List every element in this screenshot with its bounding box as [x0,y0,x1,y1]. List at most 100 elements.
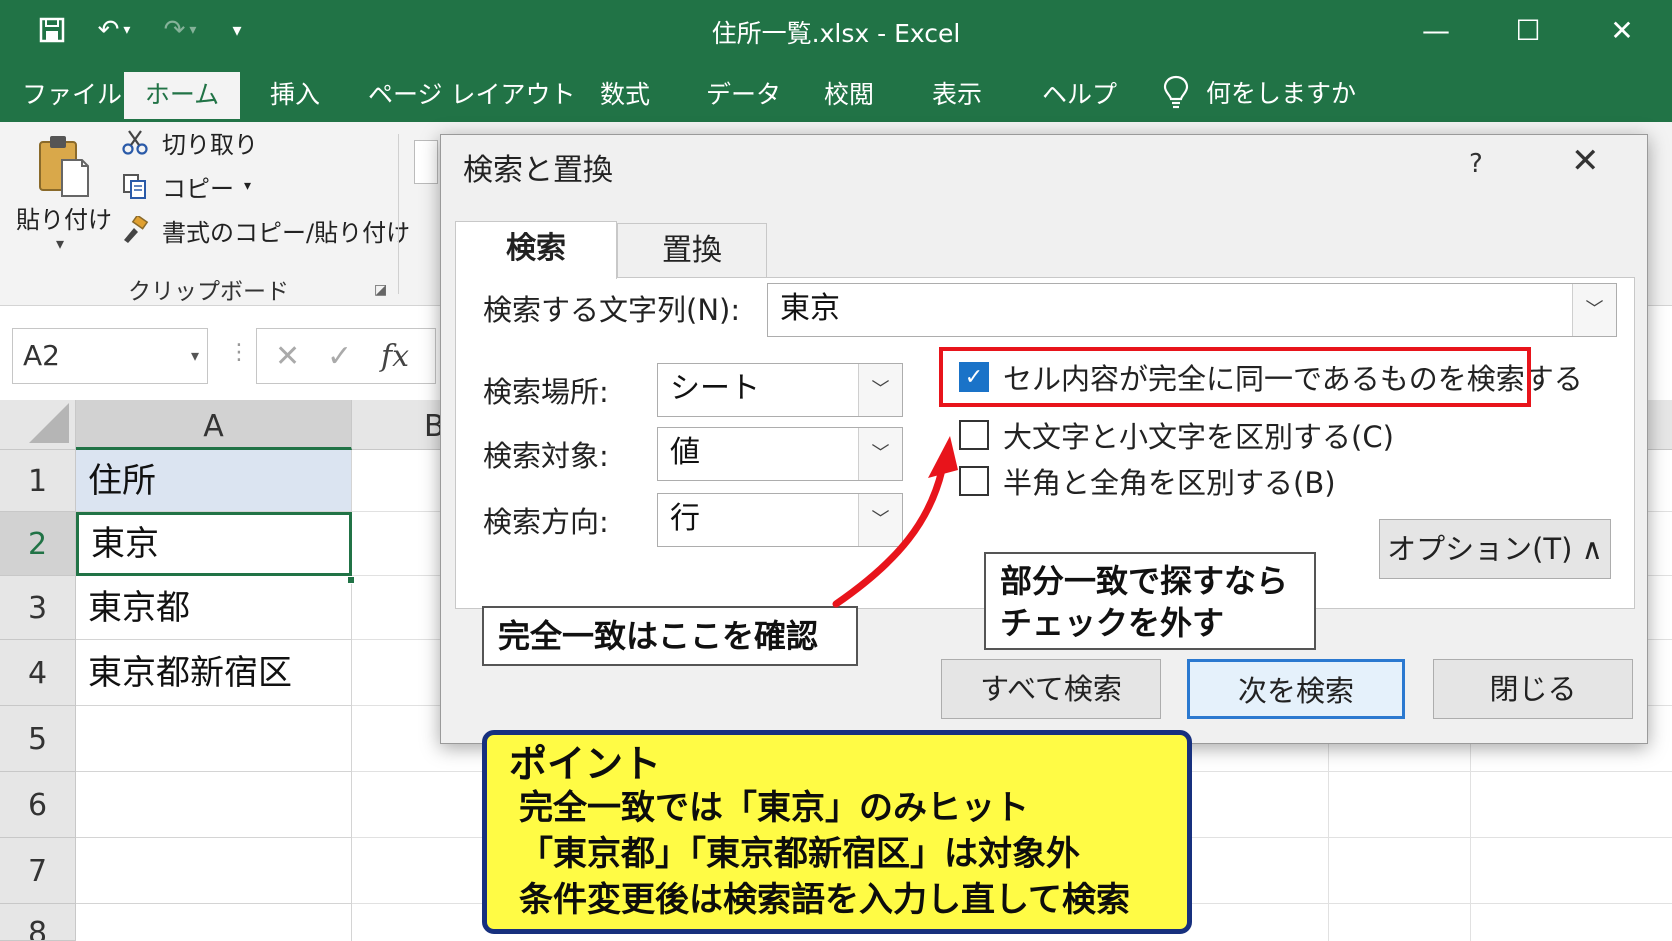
dialog-launcher-icon[interactable]: ◪ [374,282,387,298]
row-header-8[interactable]: 8 [0,904,76,941]
row-header-7[interactable]: 7 [0,838,76,904]
options-button[interactable]: オプション(T) ∧ [1379,519,1611,579]
help-button[interactable]: ? [1469,149,1483,179]
tab-file[interactable]: ファイル [8,72,136,122]
close-window-button[interactable]: ✕ [1594,8,1650,52]
cut-button[interactable]: 切り取り [118,124,258,160]
formula-bar-grip-icon: ⋮ [228,340,250,365]
format-painter-label: 書式のコピー/貼り付け [162,218,411,247]
copy-button[interactable]: コピー ▾ [118,168,251,204]
clipboard-group-label: クリップボード [128,279,289,305]
paste-button-label[interactable]: 貼り付け [16,200,112,235]
match-case-option[interactable]: 大文字と小文字を区別する(C) [959,415,1394,455]
cut-label: 切り取り [162,130,258,159]
point-line-2: 「東京都」「東京都新宿区」は対象外 [519,834,1080,874]
cell-a1[interactable]: 住所 [76,450,352,512]
search-direction-select[interactable]: 行 ﹀ [657,493,903,547]
dialog-title: 検索と置換 [463,153,613,188]
row-header-6[interactable]: 6 [0,772,76,838]
tab-formulas[interactable]: 数式 [586,72,664,122]
cell-a5[interactable] [76,706,352,772]
name-box-value: A2 [23,339,60,372]
fill-handle[interactable] [347,576,355,584]
row-header-5[interactable]: 5 [0,706,76,772]
partial-match-callout: 部分一致で探すなら チェックを外す [984,552,1316,650]
ribbon-separator [398,134,399,294]
match-byte-option[interactable]: 半角と全角を区別する(B) [959,461,1336,501]
search-direction-value: 行 [670,501,700,536]
paste-dropdown-icon[interactable]: ▾ [56,234,64,253]
tell-me-text: 何をしますか [1206,79,1357,108]
look-in-dropdown-icon[interactable]: ﹀ [858,428,902,480]
match-case-checkbox[interactable] [959,420,989,450]
tab-review[interactable]: 校閲 [810,72,888,122]
search-direction-label: 検索方向: [483,505,609,539]
ribbon-tabs: ファイル ホーム 挿入 ページ レイアウト 数式 データ 校閲 表示 ヘルプ [0,62,1672,122]
tab-replace[interactable]: 置換 [617,223,767,279]
look-in-value: 値 [670,435,700,470]
row-header-4[interactable]: 4 [0,640,76,706]
match-byte-label: 半角と全角を区別する(B) [1003,466,1336,500]
cell-a7[interactable] [76,838,352,904]
partial-match-line-2: チェックを外す [1000,604,1225,642]
tab-data[interactable]: データ [692,72,795,122]
cell-a8[interactable] [76,904,352,941]
name-box[interactable]: A2 ▾ [12,328,208,384]
format-painter-button[interactable]: 書式のコピー/貼り付け [118,212,410,248]
copy-dropdown-icon[interactable]: ▾ [244,178,251,194]
find-what-label: 検索する文字列(N): [483,293,741,327]
find-next-button[interactable]: 次を検索 [1187,659,1405,719]
cell-a6[interactable] [76,772,352,838]
tab-home[interactable]: ホーム [124,72,240,122]
within-dropdown-icon[interactable]: ﹀ [858,364,902,416]
find-all-button[interactable]: すべて検索 [941,659,1161,719]
row-header-2[interactable]: 2 [0,512,76,576]
point-line-3: 条件変更後は検索語を入力し直して検索 [519,880,1130,920]
partial-match-line-1: 部分一致で探すなら [1000,562,1289,600]
match-byte-checkbox[interactable] [959,466,989,496]
find-history-dropdown-icon[interactable]: ﹀ [1572,284,1616,336]
cell-a2[interactable]: 東京 [76,512,352,576]
enter-icon[interactable]: ✓ [327,339,352,374]
look-in-label: 検索対象: [483,439,609,473]
minimize-button[interactable]: — [1408,8,1464,52]
copy-label: コピー [162,174,234,203]
point-title: ポイント [509,742,662,786]
highlight-frame [939,347,1531,407]
close-button[interactable]: 閉じる [1433,659,1633,719]
font-box-partial [414,140,438,184]
search-direction-dropdown-icon[interactable]: ﹀ [858,494,902,546]
point-line-1: 完全一致では「東京」のみヒット [519,788,1029,828]
select-all-corner[interactable] [0,400,76,450]
column-header-a[interactable]: A [76,400,352,450]
copy-icon [118,171,152,201]
title-bar: ↶ ▾ ↷ ▾ ▾ 住所一覧.xlsx - Excel — ☐ ✕ [0,0,1672,62]
point-callout: ポイント 完全一致では「東京」のみヒット 「東京都」「東京都新宿区」は対象外 条… [482,730,1192,934]
insert-function-icon[interactable]: fx [381,339,409,374]
within-value: シート [670,371,760,406]
lightbulb-icon [1163,75,1189,109]
dialog-close-button[interactable]: ✕ [1571,141,1600,181]
tab-page-layout[interactable]: ページ レイアウト [354,72,589,122]
scissors-icon [118,127,152,157]
row-header-1[interactable]: 1 [0,450,76,512]
exact-match-callout: 完全一致はここを確認 [482,606,858,666]
cell-a3[interactable]: 東京都 [76,576,352,640]
tab-find[interactable]: 検索 [455,221,617,279]
look-in-select[interactable]: 値 ﹀ [657,427,903,481]
tell-me-box[interactable]: 何をしますか [1162,72,1356,112]
cancel-icon[interactable]: ✕ [275,339,300,374]
tab-view[interactable]: 表示 [918,72,996,122]
tab-help[interactable]: ヘルプ [1028,72,1131,122]
cell-a4[interactable]: 東京都新宿区 [76,640,352,706]
row-header-3[interactable]: 3 [0,576,76,640]
name-box-dropdown-icon[interactable]: ▾ [191,329,199,383]
brush-icon [118,215,152,245]
match-case-label: 大文字と小文字を区別する(C) [1003,420,1394,454]
find-what-input[interactable]: 東京 ﹀ [767,283,1617,337]
within-select[interactable]: シート ﹀ [657,363,903,417]
maximize-button[interactable]: ☐ [1500,8,1556,52]
paste-icon[interactable] [36,134,92,200]
find-what-value: 東京 [780,291,840,326]
tab-insert[interactable]: 挿入 [256,72,334,122]
